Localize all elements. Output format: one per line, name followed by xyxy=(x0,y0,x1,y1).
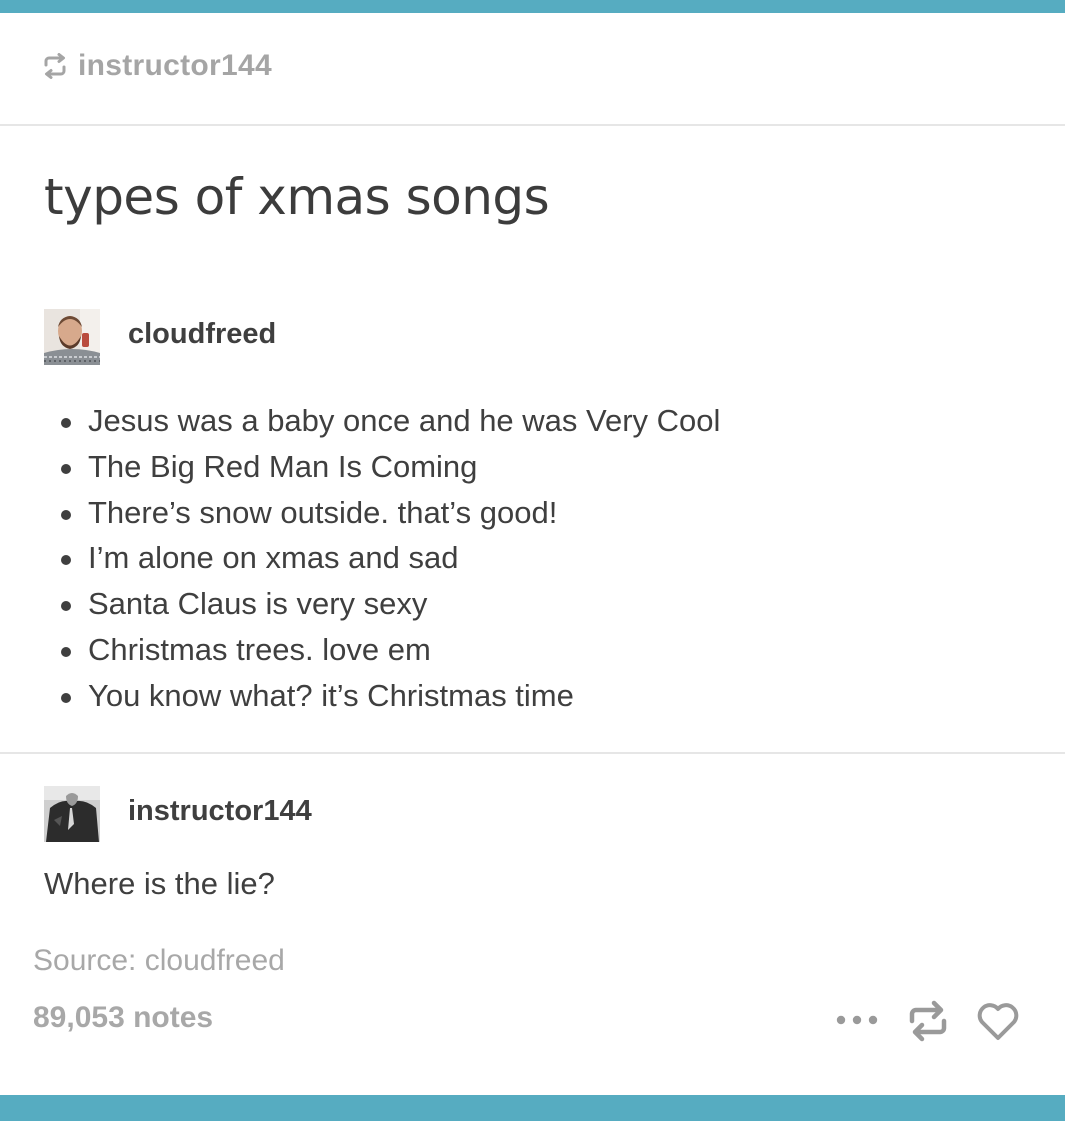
bearded-man-avatar[interactable] xyxy=(44,309,100,365)
reblog-username[interactable]: instructor144 xyxy=(78,49,272,83)
list-item: I’m alone on xmas and sad xyxy=(44,535,720,581)
post-actions xyxy=(830,998,1030,1044)
thread-divider xyxy=(0,752,1065,754)
reblog-icon[interactable] xyxy=(906,1000,950,1047)
list-item: You know what? it’s Christmas time xyxy=(44,673,720,719)
list-item: Santa Claus is very sexy xyxy=(44,581,720,627)
reply-username[interactable]: instructor144 xyxy=(128,795,312,828)
source-link[interactable]: Source: cloudfreed xyxy=(33,944,285,978)
top-accent-bar xyxy=(0,0,1065,13)
list-item: The Big Red Man Is Coming xyxy=(44,444,720,490)
original-poster-username[interactable]: cloudfreed xyxy=(128,318,276,351)
list-item: Christmas trees. love em xyxy=(44,627,720,673)
post-title: types of xmas songs xyxy=(44,168,550,226)
reply-text: Where is the lie? xyxy=(44,866,275,901)
reblog-icon xyxy=(42,53,68,79)
list-item: Jesus was a baby once and he was Very Co… xyxy=(44,398,720,444)
heart-icon[interactable] xyxy=(976,1000,1020,1047)
reblog-header[interactable]: instructor144 xyxy=(42,46,272,86)
more-icon[interactable] xyxy=(836,1011,878,1034)
list-item: There’s snow outside. that’s good! xyxy=(44,490,720,536)
dark-figure-avatar[interactable] xyxy=(44,786,100,842)
bottom-accent-bar xyxy=(0,1095,1065,1121)
song-list: Jesus was a baby once and he was Very Co… xyxy=(44,398,720,719)
header-divider xyxy=(0,124,1065,126)
notes-count[interactable]: 89,053 notes xyxy=(33,1001,213,1035)
